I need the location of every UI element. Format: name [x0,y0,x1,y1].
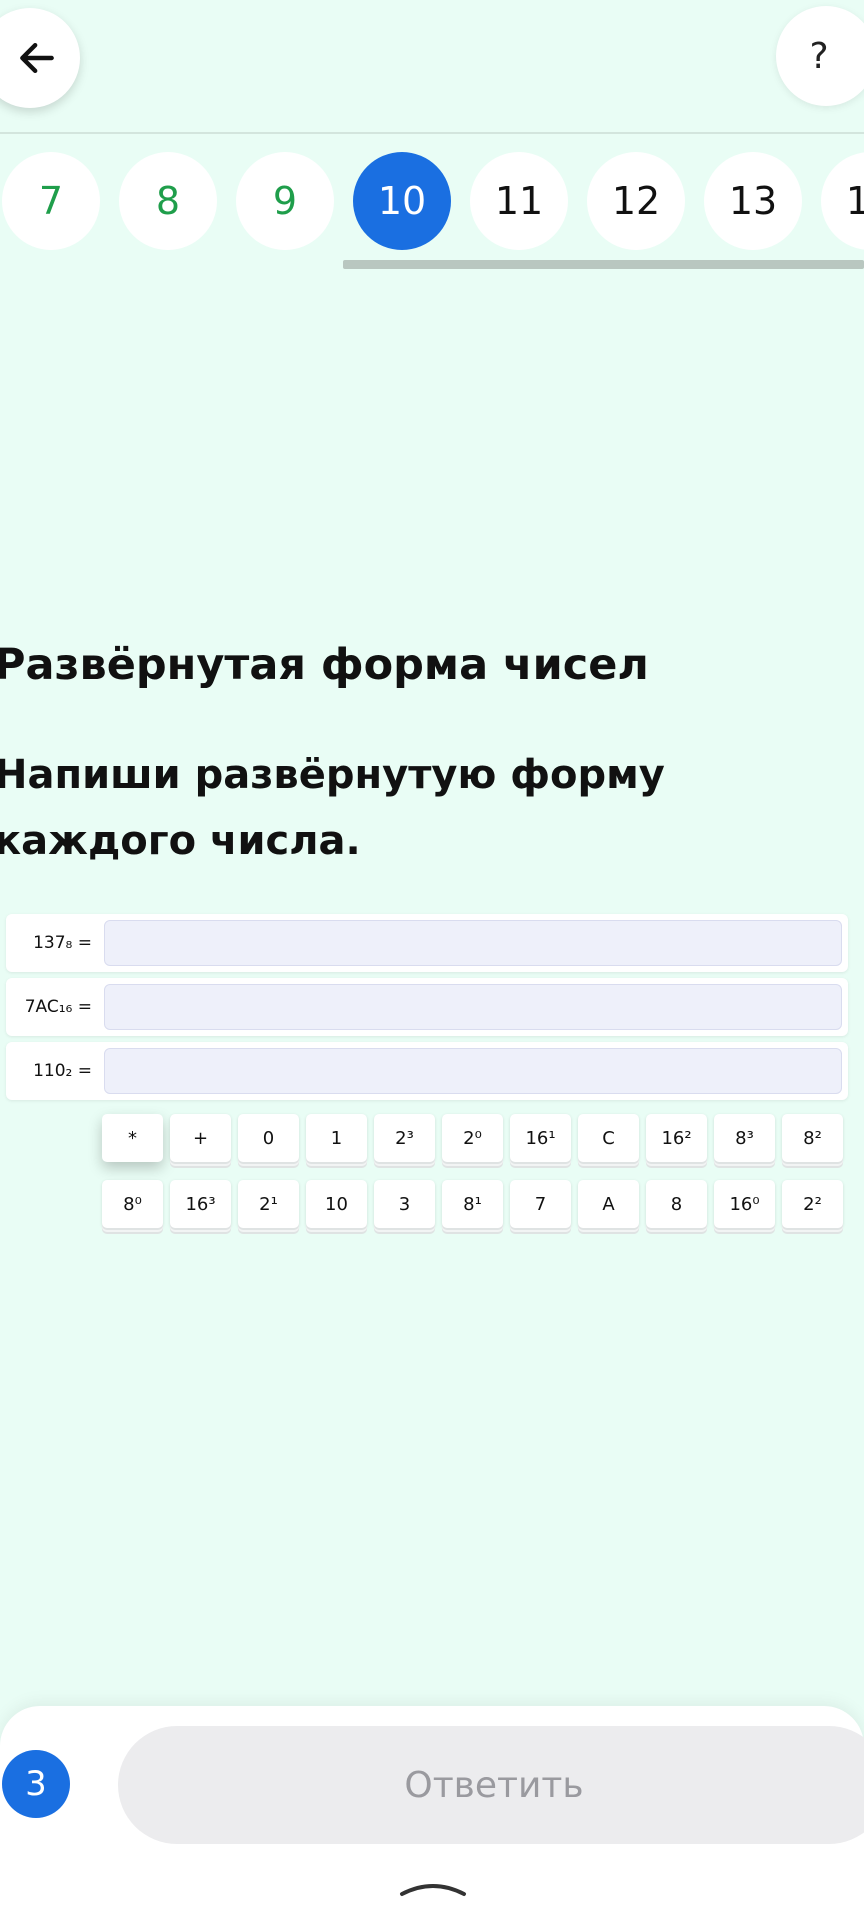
token-key[interactable]: + [170,1114,231,1162]
step-10[interactable]: 10 [353,152,451,250]
token-key[interactable]: 2² [782,1180,843,1228]
token-key[interactable]: 16³ [170,1180,231,1228]
answer-row: 7AC₁₆ = [6,978,848,1036]
token-key[interactable]: 0 [238,1114,299,1162]
steps-scrollbar[interactable] [343,260,864,269]
token-key[interactable]: 8¹ [442,1180,503,1228]
answer-drop-zone[interactable] [104,920,842,966]
answer-row: 137₈ = [6,914,848,972]
help-label: ? [809,35,829,77]
arrow-left-icon [20,42,54,74]
token-key[interactable]: 8² [782,1114,843,1162]
header-divider [0,132,864,134]
answer-rows: 137₈ = 7AC₁₆ = 110₂ = [6,914,848,1106]
token-key[interactable]: 2¹ [238,1180,299,1228]
help-button[interactable]: ? [776,6,864,106]
step-12[interactable]: 12 [587,152,685,250]
token-key[interactable]: 2³ [374,1114,435,1162]
attempts-badge: 3 [2,1750,70,1818]
task-title: Развёрнутая форма чисел [0,640,649,690]
row-label: 137₈ = [33,933,92,953]
token-key[interactable]: 8⁰ [102,1180,163,1228]
token-key[interactable]: 16² [646,1114,707,1162]
step-13[interactable]: 13 [704,152,802,250]
back-button[interactable] [0,8,80,108]
token-row: * + 0 1 2³ 2⁰ 16¹ C 16² 8³ 8² [102,1114,850,1162]
step-14[interactable]: 14 [821,152,864,250]
step-8[interactable]: 8 [119,152,217,250]
token-key[interactable]: 8 [646,1180,707,1228]
token-key[interactable]: 3 [374,1180,435,1228]
token-row: 8⁰ 16³ 2¹ 10 3 8¹ 7 A 8 16⁰ 2² [102,1180,850,1228]
row-label: 110₂ = [33,1061,92,1081]
token-key[interactable]: 1 [306,1114,367,1162]
token-key[interactable]: 16¹ [510,1114,571,1162]
task-text: Напиши развёрнутую форму каждого числа. [0,752,665,864]
token-key[interactable]: * [102,1114,163,1162]
token-bank: * + 0 1 2³ 2⁰ 16¹ C 16² 8³ 8² 8⁰ 16³ 2¹ … [102,1114,850,1246]
token-key[interactable]: 16⁰ [714,1180,775,1228]
step-strip: 7 8 9 10 11 12 13 14 [0,152,864,252]
token-key[interactable]: 10 [306,1180,367,1228]
answer-drop-zone[interactable] [104,1048,842,1094]
row-label: 7AC₁₆ = [24,997,92,1017]
token-key[interactable]: 8³ [714,1114,775,1162]
token-key[interactable]: A [578,1180,639,1228]
token-key[interactable]: 7 [510,1180,571,1228]
answer-button[interactable]: Ответить [118,1726,864,1844]
answer-drop-zone[interactable] [104,984,842,1030]
task-page: ? 7 8 9 10 11 12 13 14 Развёрнутая форма… [0,0,864,1920]
token-key[interactable]: 2⁰ [442,1114,503,1162]
step-11[interactable]: 11 [470,152,568,250]
step-7[interactable]: 7 [2,152,100,250]
answer-button-label: Ответить [404,1764,584,1806]
chevron-up-icon[interactable] [398,1878,468,1898]
answer-row: 110₂ = [6,1042,848,1100]
step-9[interactable]: 9 [236,152,334,250]
token-key[interactable]: C [578,1114,639,1162]
